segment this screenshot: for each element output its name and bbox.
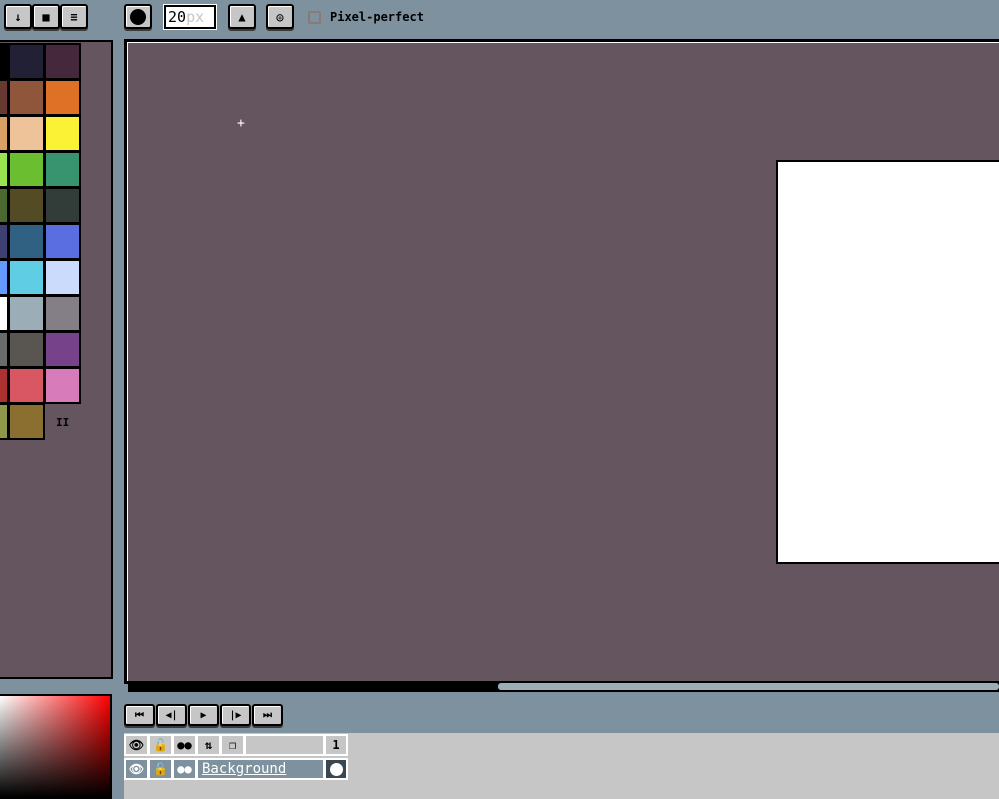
circle-brush-icon <box>130 8 146 25</box>
brush-size-input[interactable]: 20px <box>164 5 216 29</box>
pixel-perfect-checkbox[interactable] <box>308 11 321 24</box>
palette-swatch[interactable] <box>8 187 45 224</box>
palette-swatch[interactable] <box>8 295 45 332</box>
palette-swatch[interactable] <box>44 295 81 332</box>
eye-icon[interactable]: 👁 <box>124 734 149 756</box>
previous-frame-button[interactable]: ◀| <box>156 704 187 726</box>
palette-swatch[interactable] <box>44 43 81 80</box>
palette-swatch[interactable] <box>8 43 45 80</box>
palette-swatch[interactable] <box>44 223 81 260</box>
layer-name[interactable]: Background <box>196 758 325 780</box>
layers-icon[interactable]: ❐ <box>220 734 245 756</box>
palette-swatch[interactable] <box>44 331 81 368</box>
scrollbar-thumb[interactable] <box>498 683 999 690</box>
sprite-canvas[interactable] <box>776 160 999 564</box>
palette-swatch[interactable] <box>8 151 45 188</box>
brush-type-button[interactable] <box>124 4 152 29</box>
color-picker[interactable] <box>0 694 112 799</box>
palette-swatch[interactable] <box>44 115 81 152</box>
palette-resize-handle[interactable]: II <box>56 416 69 429</box>
symmetry-button[interactable]: ◎ <box>266 4 294 29</box>
brush-size-value: 20 <box>168 8 187 26</box>
layer-visibility-icon[interactable]: 👁 <box>124 758 149 780</box>
play-button[interactable]: ▶ <box>188 704 219 726</box>
lock-icon[interactable]: 🔓 <box>148 734 173 756</box>
onion-skin-icon[interactable]: ●● <box>172 734 197 756</box>
target-icon: ◎ <box>276 9 284 24</box>
palette-swatch[interactable] <box>44 367 81 404</box>
palette-swatch[interactable] <box>8 403 45 440</box>
cel[interactable] <box>324 758 348 780</box>
palette-swatch[interactable] <box>8 367 45 404</box>
link-cels-icon[interactable]: ⇅ <box>196 734 221 756</box>
frame-header[interactable]: 1 <box>324 734 348 756</box>
pixel-perfect-label: Pixel-perfect <box>330 10 424 24</box>
layer-lock-icon[interactable]: 🔓 <box>148 758 173 780</box>
stop-button[interactable]: ■ <box>32 4 60 29</box>
last-frame-button[interactable]: ⏭ <box>252 704 283 726</box>
brush-size-unit: px <box>186 8 205 26</box>
palette-swatch[interactable] <box>8 115 45 152</box>
cel-filled-icon <box>329 762 343 776</box>
next-frame-button[interactable]: |▶ <box>220 704 251 726</box>
palette-swatch[interactable] <box>8 79 45 116</box>
first-frame-button[interactable]: ⏮ <box>124 704 155 726</box>
palette-swatch[interactable] <box>8 259 45 296</box>
layer-continuous-icon[interactable]: ●● <box>172 758 197 780</box>
palette-swatch[interactable] <box>44 79 81 116</box>
palette-swatch[interactable] <box>44 259 81 296</box>
palette-swatch[interactable] <box>44 151 81 188</box>
horizontal-scrollbar[interactable] <box>128 681 999 692</box>
frame-number: 1 <box>332 738 340 752</box>
menu-button[interactable]: ≡ <box>60 4 88 29</box>
palette-swatch[interactable] <box>44 187 81 224</box>
ink-icon: ▲ <box>238 9 246 24</box>
palette-swatch[interactable] <box>8 331 45 368</box>
dropdown-button[interactable]: ↓ <box>4 4 32 29</box>
palette-swatch[interactable] <box>8 223 45 260</box>
crosshair-cursor-icon: + <box>237 116 245 131</box>
layer-header-spacer <box>244 734 325 756</box>
ink-button[interactable]: ▲ <box>228 4 256 29</box>
